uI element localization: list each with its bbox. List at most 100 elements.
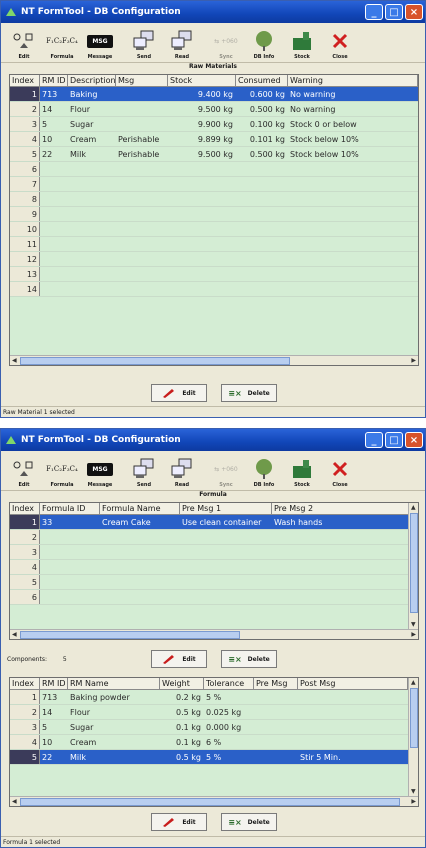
column-header[interactable]: Pre Msg bbox=[254, 678, 298, 689]
scroll-down-icon[interactable]: ▼ bbox=[411, 621, 416, 628]
column-header[interactable]: RM ID bbox=[40, 678, 68, 689]
close-window-button[interactable]: × bbox=[405, 4, 423, 20]
delete-formula-button[interactable]: ≡× Delete bbox=[221, 650, 277, 668]
table-row[interactable]: 12 bbox=[10, 252, 418, 267]
column-header[interactable]: Weight bbox=[160, 678, 204, 689]
column-header[interactable]: Formula Name bbox=[100, 503, 180, 514]
table-row[interactable]: 13 bbox=[10, 267, 418, 282]
scroll-thumb[interactable] bbox=[20, 798, 400, 806]
formula-row[interactable]: 5 bbox=[10, 575, 418, 590]
toolbar-label: Close bbox=[332, 54, 348, 60]
column-header[interactable]: Index bbox=[10, 75, 40, 86]
scroll-down-icon[interactable]: ▼ bbox=[411, 788, 416, 795]
toolbar-read-button[interactable]: Read bbox=[163, 22, 201, 60]
table-row[interactable]: 4 10 Cream Perishable 9.899 kg 0.101 kg Stock … bbox=[10, 132, 418, 147]
toolbar-close-button[interactable]: Close bbox=[321, 22, 359, 60]
scroll-left-icon[interactable]: ◀ bbox=[12, 631, 17, 638]
scroll-up-icon[interactable]: ▲ bbox=[411, 679, 416, 686]
formula-icon: F₁C₂F₃C₄ bbox=[46, 37, 78, 45]
horizontal-scrollbar[interactable]: ◀ ▶ bbox=[10, 796, 418, 806]
formula-row[interactable]: 1 33 Cream Cake Use clean container Wash han… bbox=[10, 515, 418, 530]
cell-index: 2 bbox=[10, 705, 40, 719]
delete-button[interactable]: ≡× Delete bbox=[221, 384, 277, 402]
column-header[interactable]: RM ID bbox=[40, 75, 68, 86]
scroll-left-icon[interactable]: ◀ bbox=[12, 357, 17, 364]
scroll-right-icon[interactable]: ▶ bbox=[411, 357, 416, 364]
toolbar-stock-button[interactable]: Stock bbox=[283, 450, 321, 488]
table-row[interactable]: 2 14 Flour 9.500 kg 0.500 kg No warning bbox=[10, 102, 418, 117]
column-header[interactable]: Post Msg bbox=[298, 678, 408, 689]
formula-row[interactable]: 6 bbox=[10, 590, 418, 605]
minimize-button[interactable]: _ bbox=[365, 432, 383, 448]
component-row[interactable]: 2 14 Flour 0.5 kg 0.025 kg bbox=[10, 705, 418, 720]
delete-component-button[interactable]: ≡× Delete bbox=[221, 813, 277, 831]
component-row[interactable]: 4 10 Cream 0.1 kg 6 % bbox=[10, 735, 418, 750]
edit-component-button[interactable]: Edit bbox=[151, 813, 207, 831]
horizontal-scrollbar[interactable]: ◀ ▶ bbox=[10, 355, 418, 365]
scroll-up-icon[interactable]: ▲ bbox=[411, 504, 416, 511]
scroll-right-icon[interactable]: ▶ bbox=[411, 631, 416, 638]
toolbar-send-button[interactable]: Send bbox=[125, 450, 163, 488]
column-header[interactable]: Description bbox=[68, 75, 116, 86]
vertical-scrollbar[interactable]: ▲ ▼ bbox=[408, 678, 418, 796]
column-header[interactable]: Pre Msg 1 bbox=[180, 503, 272, 514]
toolbar-edit-button[interactable]: Edit bbox=[5, 450, 43, 488]
column-header[interactable]: Stock bbox=[168, 75, 236, 86]
toolbar-db-info-button[interactable]: DB Info bbox=[245, 450, 283, 488]
horizontal-scrollbar[interactable]: ◀ ▶ bbox=[10, 629, 418, 639]
table-row[interactable]: 8 bbox=[10, 192, 418, 207]
formula-row[interactable]: 2 bbox=[10, 530, 418, 545]
table-row[interactable]: 14 bbox=[10, 282, 418, 297]
toolbar-message-button[interactable]: MSG Message bbox=[81, 22, 119, 60]
component-row[interactable]: 5 22 Milk 0.5 kg 5 % Stir 5 Min. bbox=[10, 750, 418, 765]
toolbar-read-button[interactable]: Read bbox=[163, 450, 201, 488]
component-row[interactable]: 1 713 Baking powder 0.2 kg 5 % bbox=[10, 690, 418, 705]
component-row[interactable]: 3 5 Sugar 0.1 kg 0.000 kg bbox=[10, 720, 418, 735]
toolbar-edit-button[interactable]: Edit bbox=[5, 22, 43, 60]
components-grid[interactable]: Index RM ID RM Name Weight Tolerance Pre Msg P… bbox=[9, 677, 419, 807]
table-row[interactable]: 1 713 Baking 9.400 kg 0.600 kg No warning bbox=[10, 87, 418, 102]
toolbar-send-button[interactable]: Send bbox=[125, 22, 163, 60]
table-row[interactable]: 10 bbox=[10, 222, 418, 237]
column-header[interactable]: Index bbox=[10, 678, 40, 689]
toolbar-close-button[interactable]: Close bbox=[321, 450, 359, 488]
toolbar-formula-button[interactable]: F₁C₂F₃C₄ Formula bbox=[43, 450, 81, 488]
formula-row[interactable]: 4 bbox=[10, 560, 418, 575]
toolbar-stock-button[interactable]: Stock bbox=[283, 22, 321, 60]
edit-formula-button[interactable]: Edit bbox=[151, 650, 207, 668]
table-row[interactable]: 7 bbox=[10, 177, 418, 192]
formula-grid[interactable]: Index Formula ID Formula Name Pre Msg 1 Pre … bbox=[9, 502, 419, 640]
scroll-thumb[interactable] bbox=[410, 513, 418, 613]
scroll-right-icon[interactable]: ▶ bbox=[411, 798, 416, 805]
scroll-left-icon[interactable]: ◀ bbox=[12, 798, 17, 805]
vertical-scrollbar[interactable]: ▲ ▼ bbox=[408, 503, 418, 629]
column-header[interactable]: Pre Msg 2 bbox=[272, 503, 410, 514]
maximize-button[interactable]: □ bbox=[385, 4, 403, 20]
cell-description bbox=[68, 222, 116, 236]
raw-materials-grid[interactable]: Index RM ID Description Msg Stock Consumed War… bbox=[9, 74, 419, 366]
column-header[interactable]: Warning bbox=[288, 75, 418, 86]
minimize-button[interactable]: _ bbox=[365, 4, 383, 20]
scroll-thumb[interactable] bbox=[20, 357, 290, 365]
toolbar-message-button[interactable]: MSG Message bbox=[81, 450, 119, 488]
toolbar-formula-button[interactable]: F₁C₂F₃C₄ Formula bbox=[43, 22, 81, 60]
column-header[interactable]: RM Name bbox=[68, 678, 160, 689]
close-window-button[interactable]: × bbox=[405, 432, 423, 448]
column-header[interactable]: Index bbox=[10, 503, 40, 514]
table-row[interactable]: 5 22 Milk Perishable 9.500 kg 0.500 kg Stock b… bbox=[10, 147, 418, 162]
table-row[interactable]: 11 bbox=[10, 237, 418, 252]
edit-button[interactable]: Edit bbox=[151, 384, 207, 402]
table-row[interactable]: 9 bbox=[10, 207, 418, 222]
table-row[interactable]: 6 bbox=[10, 162, 418, 177]
toolbar-db-info-button[interactable]: DB Info bbox=[245, 22, 283, 60]
maximize-button[interactable]: □ bbox=[385, 432, 403, 448]
formula-row[interactable]: 3 bbox=[10, 545, 418, 560]
column-header[interactable]: Tolerance bbox=[204, 678, 254, 689]
table-row[interactable]: 3 5 Sugar 9.900 kg 0.100 kg Stock 0 or below bbox=[10, 117, 418, 132]
column-header[interactable]: Consumed bbox=[236, 75, 288, 86]
column-header[interactable]: Formula ID bbox=[40, 503, 100, 514]
column-header[interactable]: Msg bbox=[116, 75, 168, 86]
message-icon: MSG bbox=[87, 458, 113, 480]
scroll-thumb[interactable] bbox=[410, 688, 418, 748]
scroll-thumb[interactable] bbox=[20, 631, 240, 639]
